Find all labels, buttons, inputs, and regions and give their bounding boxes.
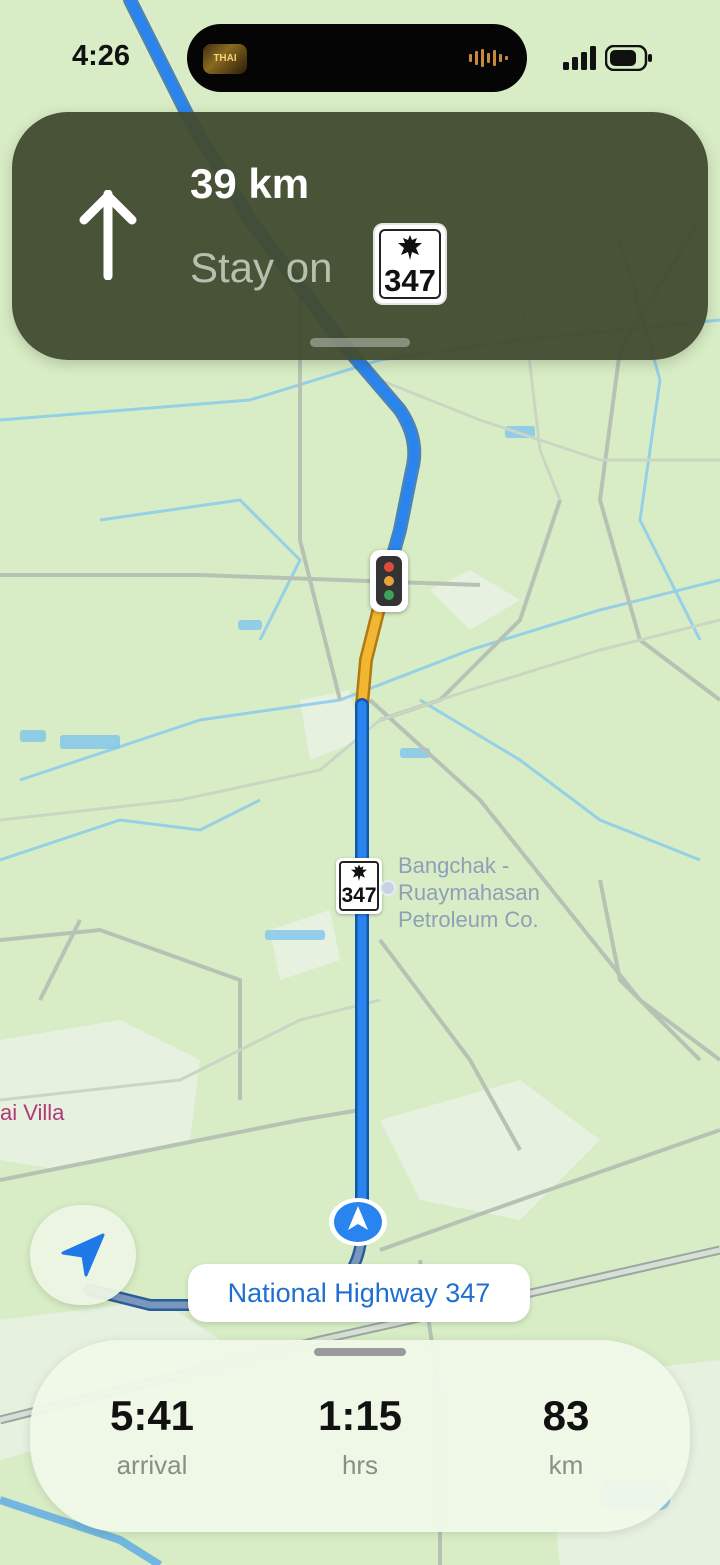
- poi-pin-icon[interactable]: [380, 880, 396, 896]
- poi-label-line: Bangchak -: [398, 853, 510, 878]
- traffic-light-icon: [370, 550, 408, 612]
- recenter-button[interactable]: [30, 1205, 136, 1305]
- trip-summary-card[interactable]: 5:41 arrival 1:15 hrs 83 km: [30, 1340, 690, 1532]
- battery-icon: [605, 45, 652, 71]
- clock: 4:26: [72, 40, 131, 72]
- highway-shield: 347: [375, 225, 445, 303]
- arrival-stat: 5:41 arrival: [62, 1392, 242, 1481]
- maneuver-distance: 39 km: [190, 160, 310, 207]
- duration-stat: 1:15 hrs: [270, 1392, 450, 1481]
- place-label[interactable]: ai Villa: [0, 1100, 64, 1126]
- arrival-time: 5:41: [109, 1392, 195, 1439]
- highway-shield-number: 347: [384, 263, 436, 298]
- current-road-label: National Highway 347: [188, 1264, 530, 1322]
- current-location-puck: [329, 1198, 387, 1246]
- now-playing-artwork: THAI R&B: [203, 44, 247, 74]
- location-arrow-icon: [61, 1233, 105, 1277]
- route-shield-number: 347: [341, 884, 377, 907]
- distance-label: km: [548, 1450, 584, 1480]
- banner-grabber-handle[interactable]: [310, 338, 410, 347]
- poi-label-line: Petroleum Co.: [398, 907, 539, 932]
- maneuver-instruction: Stay on: [190, 244, 333, 291]
- arrow-up-icon: [79, 190, 137, 280]
- poi-label-line: Ruaymahasan: [398, 880, 540, 905]
- cellular-signal-icon: [563, 46, 596, 70]
- dynamic-island[interactable]: THAI R&B: [187, 24, 527, 92]
- garuda-emblem-icon: [398, 235, 422, 260]
- poi-label[interactable]: Bangchak - Ruaymahasan Petroleum Co.: [398, 852, 540, 933]
- navigation-banner[interactable]: 39 km Stay on 347: [12, 112, 708, 360]
- card-grabber-handle[interactable]: [314, 1348, 406, 1356]
- audio-waveform-icon: [469, 49, 508, 67]
- garuda-emblem-icon: [351, 864, 367, 881]
- arrival-label: arrival: [116, 1450, 188, 1480]
- distance-value: 83: [542, 1392, 590, 1439]
- duration-value: 1:15: [317, 1392, 403, 1439]
- status-bar: 4:26 THAI R&B: [0, 0, 720, 100]
- distance-stat: 83 km: [476, 1392, 656, 1481]
- route-shield-marker: 347: [336, 858, 382, 914]
- duration-label: hrs: [341, 1450, 379, 1480]
